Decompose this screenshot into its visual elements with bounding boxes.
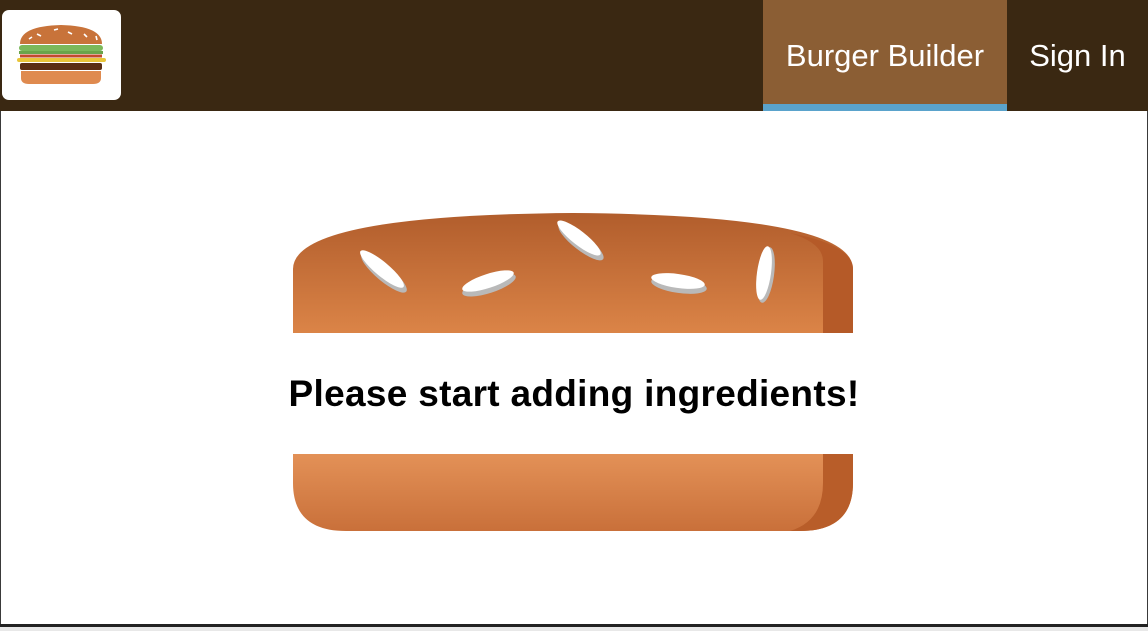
nav-burger-builder-label: Burger Builder	[785, 37, 985, 73]
burger-logo-icon	[17, 25, 106, 84]
nav-sign-in[interactable]: Sign In	[1007, 0, 1148, 111]
navigation: Burger Builder Sign In	[763, 0, 1148, 111]
nav-sign-in-label: Sign In	[1029, 37, 1126, 73]
bread-top-icon	[293, 213, 853, 333]
toolbar: Burger Builder Sign In	[0, 0, 1148, 111]
burger: Please start adding ingredients!	[0, 111, 1148, 621]
logo[interactable]	[2, 10, 121, 100]
burger-illustration	[293, 213, 853, 531]
empty-burger-message: Please start adding ingredients!	[288, 373, 860, 414]
bottom-edge	[0, 627, 1148, 631]
bread-bottom-icon	[293, 454, 853, 531]
nav-burger-builder[interactable]: Burger Builder	[763, 0, 1007, 111]
